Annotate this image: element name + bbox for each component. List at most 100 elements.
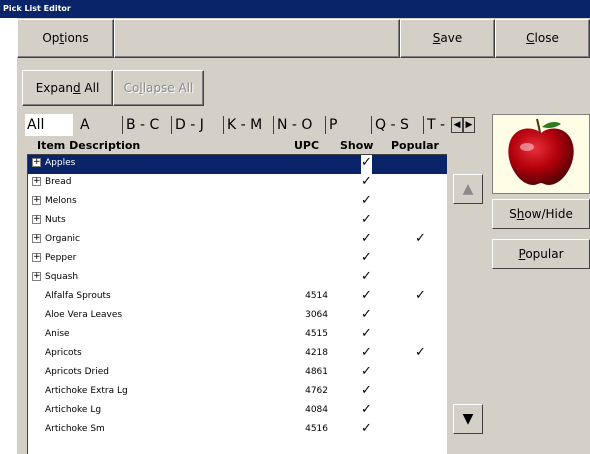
- tab-d-j[interactable]: D - J: [173, 114, 223, 136]
- popular-button[interactable]: Popular: [492, 239, 590, 269]
- product-image: [492, 114, 590, 194]
- tab-a[interactable]: A: [78, 114, 123, 136]
- tab-k-m[interactable]: K - M: [225, 114, 274, 136]
- options-button[interactable]: Options: [17, 19, 114, 58]
- tab-b-c[interactable]: B - C: [124, 114, 171, 136]
- list-scroll-panel: ▲ ▼: [447, 154, 492, 454]
- list-item[interactable]: + Nuts ✓: [28, 212, 447, 231]
- expand-label-a: Expan: [35, 81, 73, 95]
- show-check-icon[interactable]: ✓: [361, 155, 372, 174]
- tab-n-o[interactable]: N - O: [275, 114, 325, 136]
- collapse-label-c: lapse All: [142, 81, 194, 95]
- scroll-down-button[interactable]: ▼: [453, 404, 483, 434]
- item-description: Apricots: [45, 348, 82, 358]
- window-title: Pick List Editor: [0, 0, 590, 18]
- expand-toggle-icon[interactable]: +: [32, 177, 41, 186]
- tab-q-s[interactable]: Q - S: [373, 114, 423, 136]
- list-item[interactable]: + Squash ✓: [28, 269, 447, 288]
- expand-toggle-icon[interactable]: +: [32, 272, 41, 281]
- tab-separator: [325, 116, 326, 134]
- show-check-icon[interactable]: ✓: [361, 364, 372, 379]
- collapse-label-a: Co: [123, 81, 140, 95]
- item-description: Nuts: [45, 215, 66, 225]
- item-description: Anise: [45, 329, 70, 339]
- pick-list-editor-window: Pick List Editor Options Save Close Expa…: [0, 0, 590, 454]
- tab-scroll-left-button[interactable]: ◀: [451, 117, 463, 133]
- column-header-popular[interactable]: Popular: [391, 139, 439, 152]
- collapse-all-button[interactable]: Collapse All: [113, 70, 204, 106]
- show-check-icon[interactable]: ✓: [361, 402, 372, 417]
- item-upc: 4514: [305, 291, 328, 301]
- show-check-icon[interactable]: ✓: [361, 212, 372, 227]
- tab-separator: [122, 116, 123, 134]
- toolbar-spacer: [114, 19, 400, 58]
- list-item[interactable]: Artichoke Sm 4516 ✓: [28, 421, 447, 440]
- item-description: Apples: [45, 158, 76, 168]
- item-upc: 4861: [305, 367, 328, 377]
- show-check-icon[interactable]: ✓: [361, 345, 372, 360]
- tab-t[interactable]: T -: [425, 114, 451, 136]
- tab-separator: [423, 116, 424, 134]
- expand-toggle-icon[interactable]: +: [32, 234, 41, 243]
- tab-p[interactable]: P: [327, 114, 371, 136]
- list-item[interactable]: Apricots 4218 ✓ ✓: [28, 345, 447, 364]
- item-upc: 4516: [305, 424, 328, 434]
- showhide-label-a: S: [509, 207, 517, 221]
- item-upc: 4218: [305, 348, 328, 358]
- expand-all-button[interactable]: Expand All: [22, 70, 113, 106]
- item-description: Artichoke Lg: [45, 405, 102, 415]
- item-description: Alfalfa Sprouts: [45, 291, 111, 301]
- scroll-up-button[interactable]: ▲: [453, 174, 483, 204]
- close-label-b: lose: [534, 31, 559, 45]
- show-check-icon[interactable]: ✓: [361, 269, 372, 284]
- options-label-a: Op: [42, 31, 60, 45]
- list-item[interactable]: + Bread ✓: [28, 174, 447, 193]
- show-check-icon[interactable]: ✓: [361, 307, 372, 322]
- show-check-icon[interactable]: ✓: [361, 383, 372, 398]
- editor-content: Options Save Close Expand All Collapse A…: [17, 18, 590, 454]
- expand-toggle-icon[interactable]: +: [32, 196, 41, 205]
- show-check-icon[interactable]: ✓: [361, 174, 372, 189]
- list-item[interactable]: Aloe Vera Leaves 3064 ✓: [28, 307, 447, 326]
- tab-scroll-right-button[interactable]: ▶: [463, 117, 475, 133]
- pick-list[interactable]: + Apples ✓ + Bread ✓ + Melons ✓ + Nuts ✓ + Organic ✓ ✓ +…: [27, 154, 447, 454]
- tab-all[interactable]: All: [25, 114, 73, 136]
- popular-label-b: opular: [525, 247, 564, 261]
- list-item[interactable]: Anise 4515 ✓: [28, 326, 447, 345]
- item-description: Pepper: [45, 253, 77, 263]
- list-item[interactable]: Apricots Dried 4861 ✓: [28, 364, 447, 383]
- popular-check-icon[interactable]: ✓: [415, 345, 426, 360]
- expand-toggle-icon[interactable]: +: [32, 253, 41, 262]
- list-item[interactable]: + Pepper ✓: [28, 250, 447, 269]
- list-item[interactable]: Artichoke Lg 4084 ✓: [28, 402, 447, 421]
- item-description: Melons: [45, 196, 77, 206]
- tab-separator: [171, 116, 172, 134]
- column-headers: Item Description UPC Show Popular: [17, 136, 475, 154]
- tab-separator: [371, 116, 372, 134]
- list-item[interactable]: Alfalfa Sprouts 4514 ✓ ✓: [28, 288, 447, 307]
- item-description: Aloe Vera Leaves: [45, 310, 123, 320]
- column-header-show[interactable]: Show: [340, 139, 373, 152]
- list-item[interactable]: + Apples ✓: [28, 155, 447, 174]
- show-check-icon[interactable]: ✓: [361, 231, 372, 246]
- right-action-panel: Show/Hide Popular: [492, 194, 590, 454]
- column-header-upc[interactable]: UPC: [294, 139, 319, 152]
- expand-toggle-icon[interactable]: +: [32, 215, 41, 224]
- close-button[interactable]: Close: [495, 19, 590, 58]
- show-check-icon[interactable]: ✓: [361, 250, 372, 265]
- expand-toggle-icon[interactable]: +: [32, 158, 41, 167]
- column-header-description[interactable]: Item Description: [37, 139, 140, 152]
- show-check-icon[interactable]: ✓: [361, 326, 372, 341]
- red-apple-icon: [508, 118, 574, 185]
- list-item[interactable]: + Melons ✓: [28, 193, 447, 212]
- save-button[interactable]: Save: [400, 19, 495, 58]
- show-hide-button[interactable]: Show/Hide: [492, 199, 590, 229]
- popular-check-icon[interactable]: ✓: [415, 231, 426, 246]
- expand-label-c: All: [80, 81, 100, 95]
- show-check-icon[interactable]: ✓: [361, 421, 372, 436]
- list-item[interactable]: Artichoke Extra Lg 4762 ✓: [28, 383, 447, 402]
- popular-check-icon[interactable]: ✓: [415, 288, 426, 303]
- show-check-icon[interactable]: ✓: [361, 288, 372, 303]
- show-check-icon[interactable]: ✓: [361, 193, 372, 208]
- list-item[interactable]: + Organic ✓ ✓: [28, 231, 447, 250]
